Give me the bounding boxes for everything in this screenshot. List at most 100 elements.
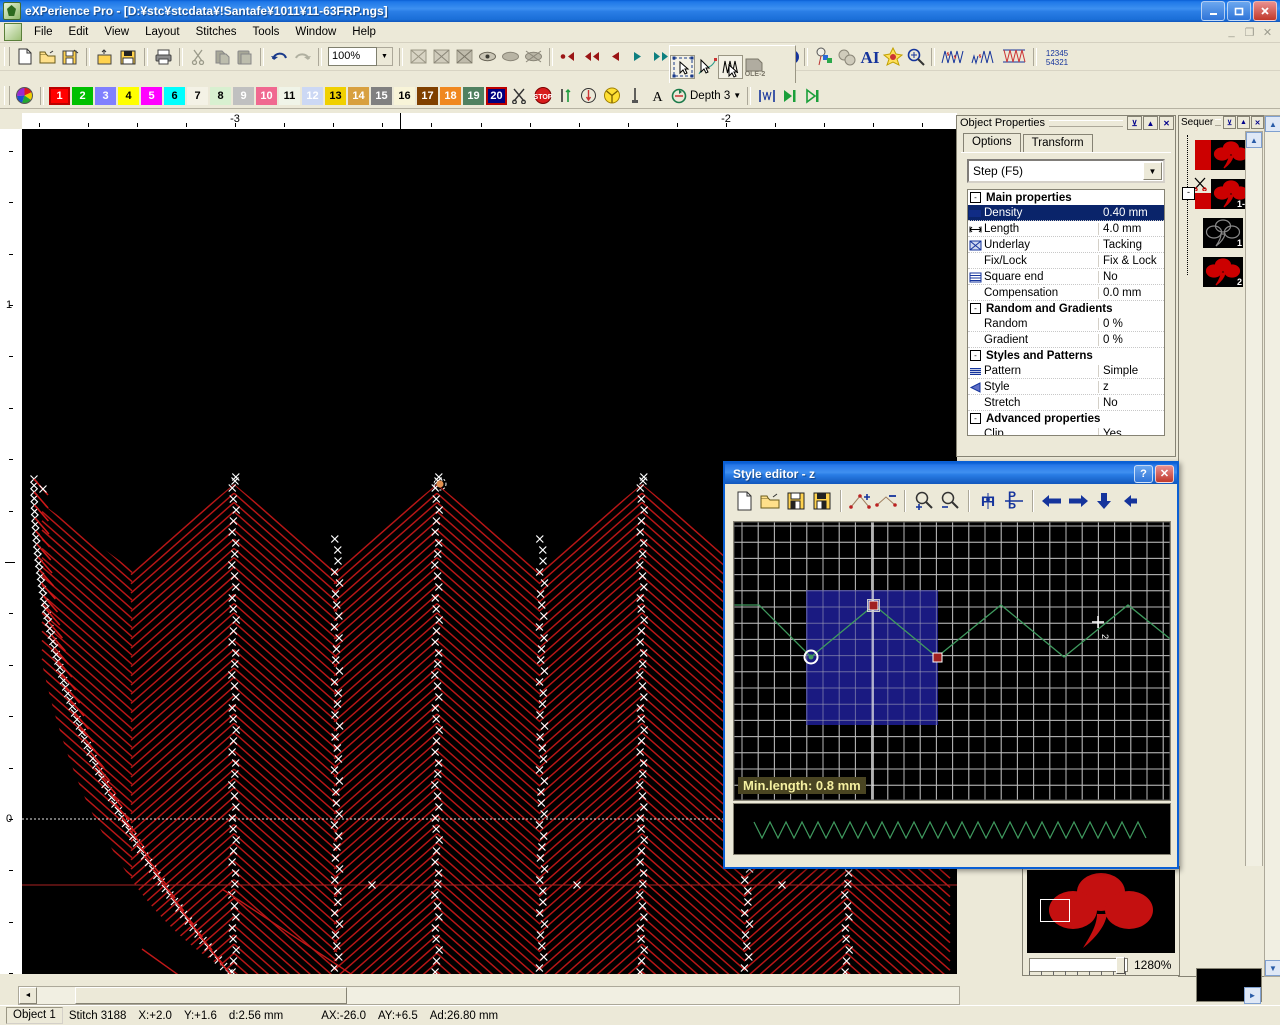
copy-icon[interactable] bbox=[210, 46, 233, 68]
step-fwd-icon[interactable] bbox=[626, 46, 649, 68]
mesh-view-icon[interactable] bbox=[407, 46, 430, 68]
scroll-up-button[interactable]: ▲ bbox=[1246, 132, 1262, 148]
close-button[interactable]: ✕ bbox=[1155, 464, 1174, 483]
menu-view[interactable]: View bbox=[96, 24, 137, 40]
property-value[interactable]: 0.0 mm bbox=[1098, 286, 1164, 299]
scroll-up-button[interactable]: ▲ bbox=[1265, 116, 1280, 132]
property-value[interactable]: Yes bbox=[1098, 427, 1164, 435]
color-swatch-6[interactable]: 6 bbox=[164, 86, 185, 105]
property-value[interactable]: 4.0 mm bbox=[1098, 222, 1164, 235]
mirror-horizontal-icon[interactable]: PP bbox=[975, 487, 1001, 515]
property-value[interactable]: z bbox=[1098, 380, 1164, 393]
zoom-value[interactable]: 100% bbox=[328, 47, 377, 66]
move-right-icon[interactable] bbox=[1065, 487, 1091, 515]
style-editor-canvas[interactable]: 2 Min.length: 0.8 mm bbox=[733, 521, 1171, 801]
mesh-grid-icon[interactable] bbox=[430, 46, 453, 68]
style-editor-titlebar[interactable]: Style editor - z ? ✕ bbox=[725, 463, 1177, 484]
property-row[interactable]: Length 4.0 mm bbox=[968, 221, 1164, 237]
property-row[interactable]: Stretch No bbox=[968, 395, 1164, 411]
color-swatch-1[interactable]: 1 bbox=[49, 86, 70, 105]
expander-icon[interactable]: - bbox=[970, 192, 981, 203]
mdi-close-button[interactable]: ✕ bbox=[1259, 25, 1276, 40]
property-value[interactable]: 0 % bbox=[1098, 333, 1164, 346]
mirror-vertical-icon[interactable]: PP bbox=[1001, 487, 1027, 515]
property-row[interactable]: Random 0 % bbox=[968, 316, 1164, 332]
property-row[interactable]: Style z bbox=[968, 379, 1164, 395]
close-icon[interactable]: ✕ bbox=[1159, 116, 1174, 130]
property-value[interactable]: Simple bbox=[1098, 364, 1164, 377]
collapse-icon[interactable]: ▲ bbox=[1143, 116, 1158, 130]
sequence-color-swatch[interactable] bbox=[1195, 193, 1211, 209]
needle-icon[interactable] bbox=[623, 85, 646, 107]
pin-icon[interactable]: ⊻ bbox=[1223, 116, 1236, 129]
expander-icon[interactable]: - bbox=[970, 303, 981, 314]
color-swatch-4[interactable]: 4 bbox=[118, 86, 139, 105]
color-change-icon[interactable] bbox=[812, 46, 835, 68]
color-swatch-5[interactable]: 5 bbox=[141, 86, 162, 105]
step-back-double-icon[interactable] bbox=[580, 46, 603, 68]
number-sequence-icon[interactable]: 12345 54321 bbox=[1041, 46, 1073, 68]
property-row[interactable]: Gradient 0 % bbox=[968, 332, 1164, 348]
property-value[interactable]: No bbox=[1098, 396, 1164, 409]
zoom-in-icon[interactable] bbox=[911, 487, 937, 515]
color-swatch-2[interactable]: 2 bbox=[72, 86, 93, 105]
viewport-indicator[interactable] bbox=[1040, 899, 1070, 922]
print-icon[interactable] bbox=[152, 46, 175, 68]
property-value[interactable]: No bbox=[1098, 270, 1164, 283]
sequence-color-swatch[interactable] bbox=[1195, 140, 1211, 170]
color-swatch-11[interactable]: 11 bbox=[279, 86, 300, 105]
play-next-icon[interactable] bbox=[778, 85, 801, 107]
new-style-icon[interactable] bbox=[731, 487, 757, 515]
color-swatch-10[interactable]: 10 bbox=[256, 86, 277, 105]
text-a-icon[interactable]: A bbox=[646, 85, 669, 107]
scroll-thumb[interactable] bbox=[75, 987, 347, 1004]
minimize-button[interactable] bbox=[1201, 1, 1225, 21]
color-swatch-15[interactable]: 15 bbox=[371, 86, 392, 105]
canvas-horizontal-scrollbar[interactable]: ◄ bbox=[18, 986, 960, 1005]
color-swatch-14[interactable]: 14 bbox=[348, 86, 369, 105]
property-row[interactable]: Square end No bbox=[968, 269, 1164, 285]
stop-icon[interactable]: STOP bbox=[531, 85, 554, 107]
property-grid[interactable]: - Main properties Density 0.40 mm Length 4.0 … bbox=[967, 189, 1165, 436]
stitch-type-3-icon[interactable] bbox=[999, 46, 1029, 68]
chevron-down-icon[interactable]: ▼ bbox=[733, 91, 741, 100]
mdi-minimize-button[interactable]: _ bbox=[1223, 25, 1240, 40]
sequence-scrollbar[interactable]: ▲ ▼ bbox=[1245, 131, 1263, 973]
play-end-icon[interactable] bbox=[801, 85, 824, 107]
property-group-header[interactable]: - Random and Gradients bbox=[968, 301, 1164, 316]
undo-icon[interactable] bbox=[268, 46, 291, 68]
select-rect-icon[interactable] bbox=[670, 55, 695, 79]
color-swatch-3[interactable]: 3 bbox=[95, 86, 116, 105]
property-group-header[interactable]: - Styles and Patterns bbox=[968, 348, 1164, 363]
depth-control[interactable]: Depth 3 ▼ bbox=[669, 88, 743, 104]
maximize-button[interactable] bbox=[1227, 1, 1251, 21]
remove-point-icon[interactable] bbox=[873, 487, 899, 515]
sequence-item[interactable]: 2 bbox=[1203, 257, 1243, 287]
toolbar-grip[interactable] bbox=[4, 47, 10, 66]
tab-transform[interactable]: Transform bbox=[1022, 134, 1093, 152]
ole2-icon[interactable]: OLE-2 bbox=[743, 56, 766, 78]
needle-up-icon[interactable] bbox=[554, 85, 577, 107]
scroll-left-button[interactable]: ◄ bbox=[19, 987, 37, 1004]
mesh-fill-icon[interactable] bbox=[453, 46, 476, 68]
scroll-right-button[interactable]: ► bbox=[1244, 987, 1261, 1004]
outer-vertical-scrollbar[interactable]: ▲ ▼ bbox=[1264, 115, 1280, 977]
close-icon[interactable]: ✕ bbox=[1251, 116, 1264, 129]
scissors-icon[interactable] bbox=[508, 85, 531, 107]
stitch-type-2-icon[interactable] bbox=[969, 46, 999, 68]
color-swatch-18[interactable]: 18 bbox=[440, 86, 461, 105]
new-document-icon[interactable] bbox=[13, 46, 36, 68]
sequence-thumbnail[interactable]: 2 bbox=[1203, 257, 1243, 287]
save-icon[interactable] bbox=[117, 46, 140, 68]
scroll-down-button[interactable]: ▼ bbox=[1265, 960, 1280, 976]
property-row[interactable]: Compensation 0.0 mm bbox=[968, 285, 1164, 301]
redo-icon[interactable] bbox=[291, 46, 314, 68]
color-swatch-8[interactable]: 8 bbox=[210, 86, 231, 105]
color-swatch-9[interactable]: 9 bbox=[233, 86, 254, 105]
needle-down-icon[interactable] bbox=[577, 85, 600, 107]
expander-icon[interactable]: - bbox=[970, 350, 981, 361]
color-swatch-16[interactable]: 16 bbox=[394, 86, 415, 105]
preview-image[interactable] bbox=[1027, 870, 1175, 953]
zoom-out-icon[interactable] bbox=[937, 487, 963, 515]
tree-expander[interactable]: - bbox=[1182, 187, 1195, 200]
